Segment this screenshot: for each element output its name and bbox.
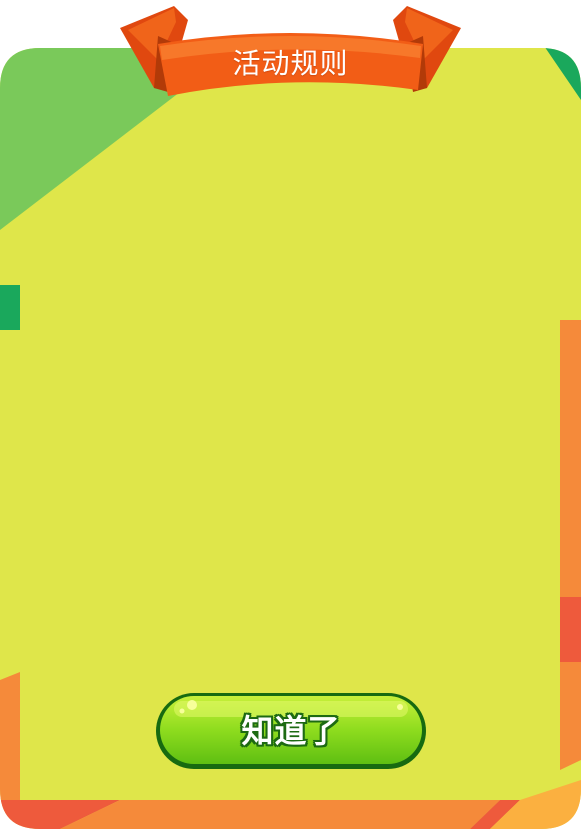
confirm-button[interactable]: 知道了 — [154, 691, 428, 771]
dialog-title: 活动规则 — [232, 47, 349, 80]
confirm-button-label: 知道了 — [241, 712, 341, 750]
rules-dialog: 活动规则 知道了 — [0, 0, 581, 829]
rules-content — [24, 110, 557, 680]
